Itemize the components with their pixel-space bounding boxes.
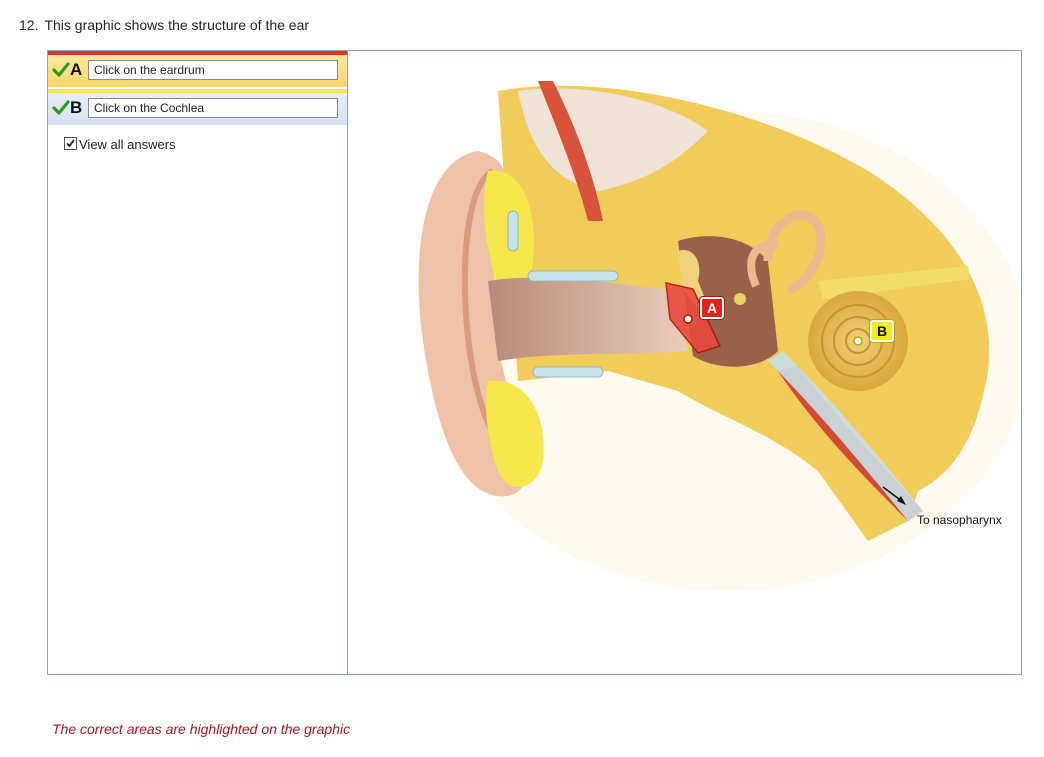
answer-row-a: A Click on the eardrum — [48, 51, 347, 87]
view-all-checkbox[interactable] — [64, 137, 77, 150]
question-frame: A Click on the eardrum B Click on the Co… — [47, 50, 1022, 675]
feedback-message: The correct areas are highlighted on the… — [52, 721, 351, 737]
check-icon — [52, 62, 70, 77]
ear-graphic[interactable]: A B To nasopharynx — [348, 51, 1021, 674]
marker-a[interactable]: A — [700, 297, 724, 319]
answer-field-b[interactable]: Click on the Cochlea — [88, 98, 338, 118]
ear-illustration — [418, 81, 1021, 591]
answer-letter-a: A — [70, 60, 83, 79]
answer-letter-b: B — [70, 98, 83, 117]
answer-field-a[interactable]: Click on the eardrum — [88, 60, 338, 80]
nasopharynx-label: To nasopharynx — [917, 513, 1002, 527]
view-all-label: View all answers — [79, 137, 176, 152]
view-all-answers[interactable]: View all answers — [64, 137, 176, 152]
check-icon — [52, 100, 70, 115]
marker-b[interactable]: B — [870, 320, 894, 342]
question-text: This graphic shows the structure of the … — [44, 17, 310, 33]
question-title: 12. This graphic shows the structure of t… — [19, 17, 309, 33]
question-number: 12. — [19, 17, 39, 33]
answer-panel: A Click on the eardrum B Click on the Co… — [48, 51, 348, 674]
answer-row-b: B Click on the Cochlea — [48, 89, 347, 125]
